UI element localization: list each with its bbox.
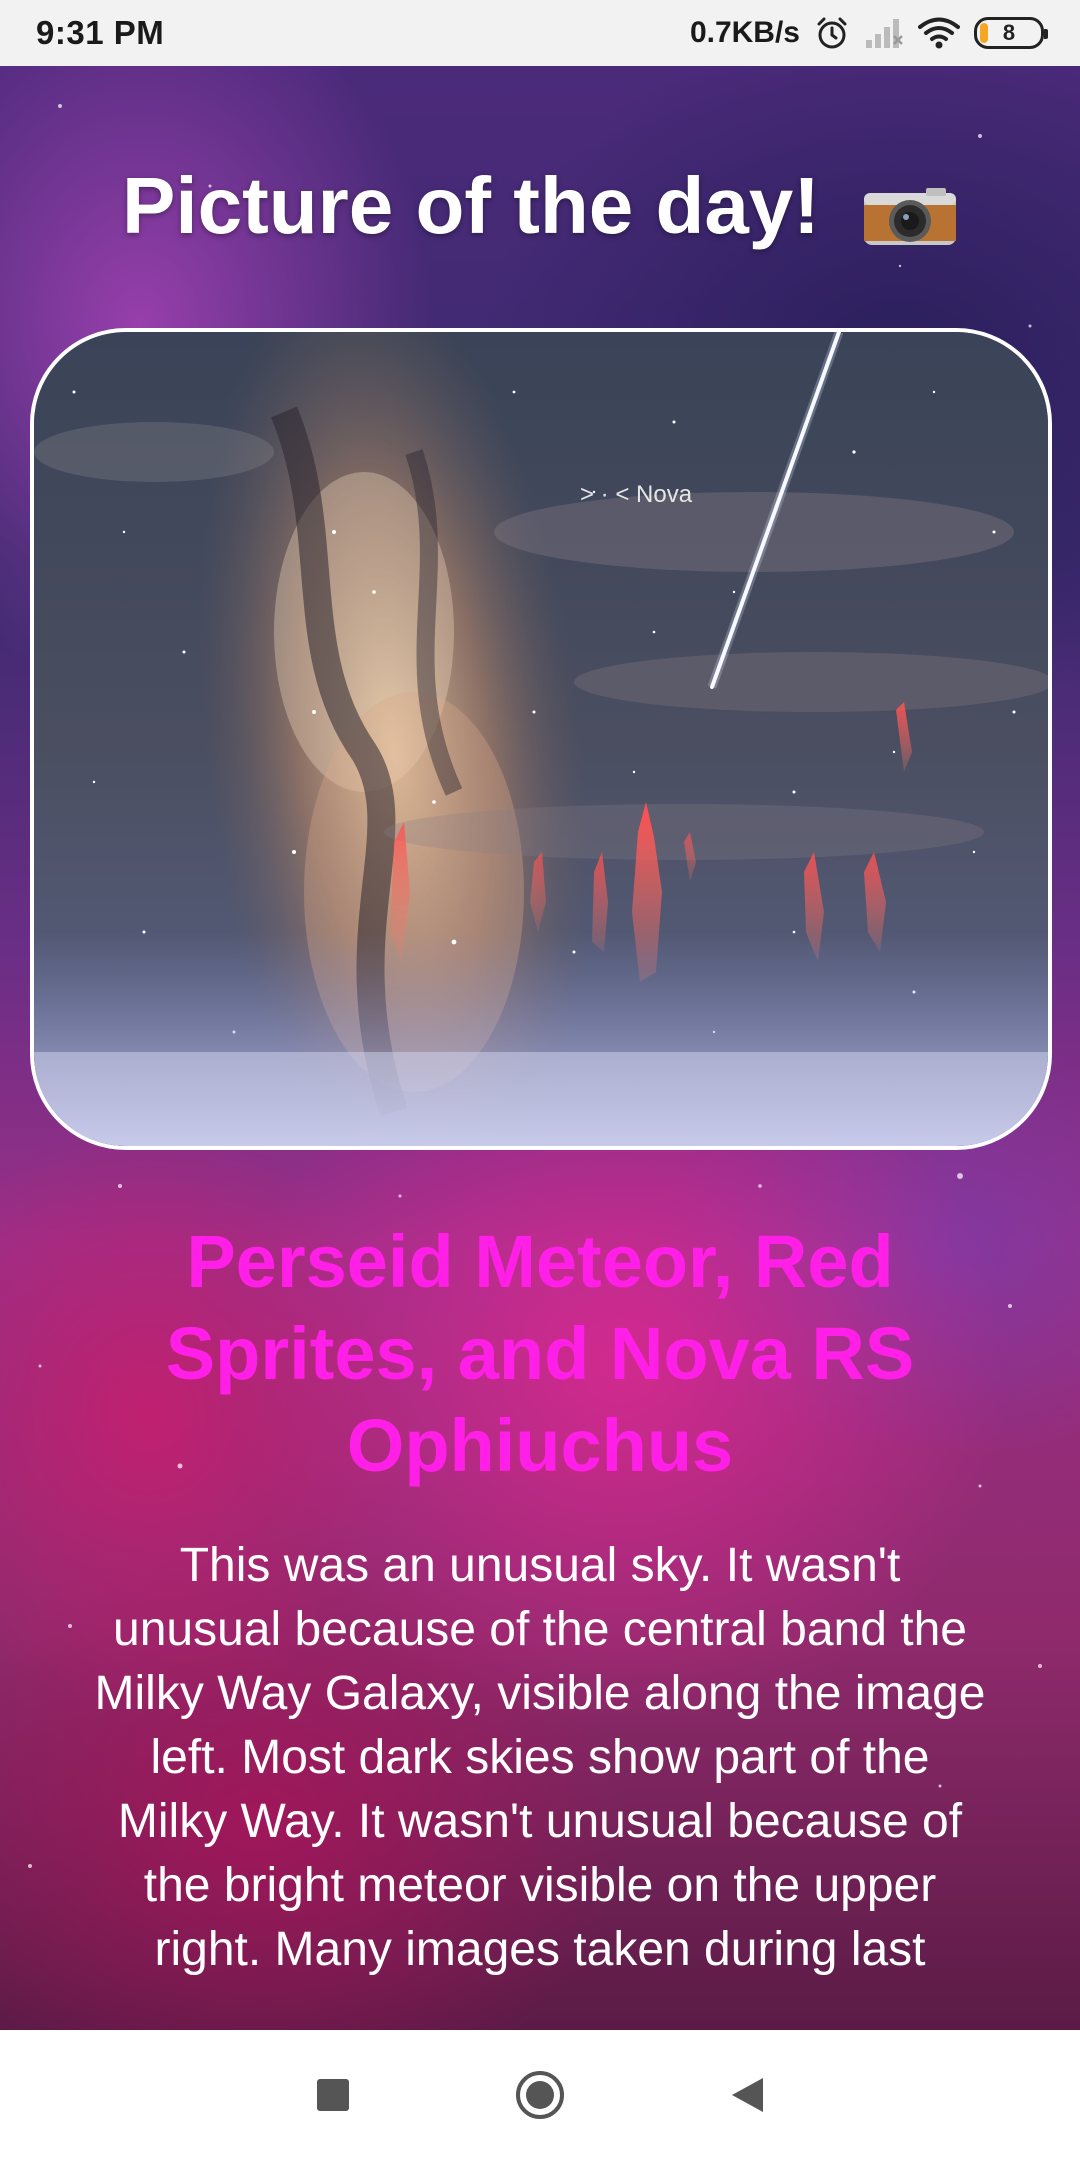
page-header: Picture of the day!: [0, 146, 1080, 266]
content-area[interactable]: Picture of the day! > · < Nova Perseid M…: [0, 66, 1080, 2030]
page-title: Picture of the day!: [122, 161, 820, 250]
apod-image[interactable]: > · < Nova: [30, 328, 1052, 1150]
battery-fill: [980, 23, 988, 43]
signal-icon: [864, 16, 904, 50]
circle-icon: [515, 2071, 564, 2119]
home-button[interactable]: [505, 2060, 575, 2130]
nova-annotation: > · < Nova: [580, 481, 693, 508]
back-button[interactable]: [712, 2060, 782, 2130]
battery-icon: 8: [974, 17, 1048, 49]
camera-icon: [862, 185, 958, 247]
alarm-icon: [814, 15, 850, 51]
status-bar: 9:31 PM 0.7KB/s 8: [0, 0, 1080, 66]
recents-button[interactable]: [298, 2060, 368, 2130]
navigation-bar: [0, 2030, 1080, 2160]
apod-explanation: This was an unusual sky. It wasn't unusu…: [94, 1539, 986, 1976]
status-time: 9:31 PM: [36, 14, 165, 51]
screen: 9:31 PM 0.7KB/s 8 Picture of the day! > …: [0, 0, 1080, 2160]
status-indicators: 0.7KB/s 8: [689, 15, 1048, 51]
network-speed: 0.7KB/s: [689, 16, 800, 49]
triangle-back-icon: [731, 2078, 763, 2112]
square-icon: [317, 2079, 350, 2111]
apod-title: Perseid Meteor, Red Sprites, and Nova RS…: [165, 1220, 915, 1487]
apod-image-artwork: > · < Nova: [34, 332, 1048, 1146]
battery-level: 8: [1002, 20, 1016, 45]
wifi-icon: [918, 16, 960, 50]
